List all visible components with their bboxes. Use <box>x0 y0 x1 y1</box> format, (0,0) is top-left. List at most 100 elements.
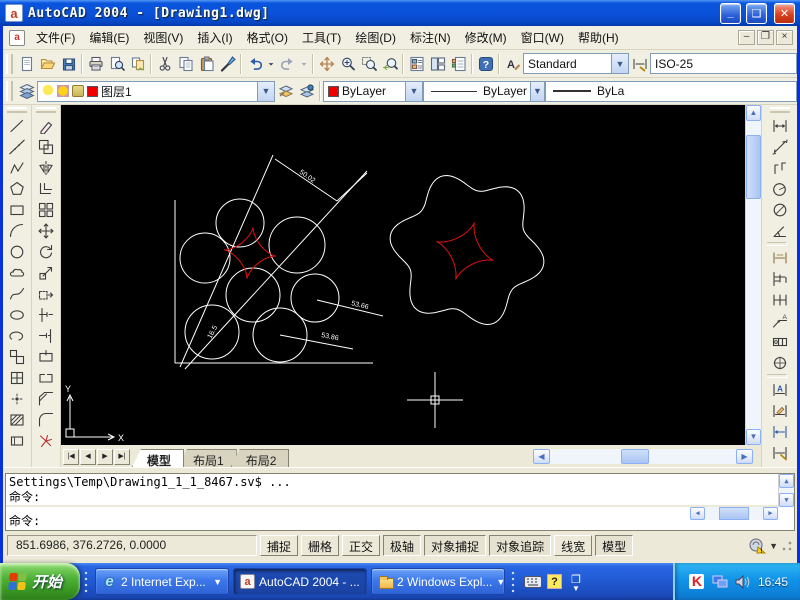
arc-button[interactable] <box>4 220 30 241</box>
redo-dropdown-button[interactable] <box>298 53 310 75</box>
tab-layout1[interactable]: 布局1 <box>178 449 237 467</box>
scroll-right-icon[interactable]: ▶ <box>736 448 753 464</box>
antivirus-tray-icon[interactable]: K <box>689 574 705 589</box>
menu-3[interactable]: 插入(I) <box>190 26 239 49</box>
toolbar-grip[interactable] <box>6 81 13 101</box>
toggle-1[interactable]: 栅格 <box>301 535 340 556</box>
diameter-button[interactable] <box>767 199 793 220</box>
zoom-previous-button[interactable] <box>379 53 400 75</box>
designcenter-button[interactable] <box>427 53 448 75</box>
save-button[interactable] <box>58 53 79 75</box>
revision-cloud-button[interactable] <box>4 262 30 283</box>
task-button-1[interactable]: a AutoCAD 2004 - ... <box>233 568 368 595</box>
paste-button[interactable] <box>196 53 217 75</box>
toolbar-grip[interactable] <box>769 107 790 113</box>
drawing-canvas[interactable]: 50.02 53.66 53.86 16.5 Y X <box>61 105 745 445</box>
fillet-button[interactable] <box>33 409 59 430</box>
explode-button[interactable] <box>33 430 59 451</box>
language-keyboard-icon[interactable] <box>524 573 543 591</box>
region-button[interactable] <box>4 430 30 451</box>
break-button[interactable] <box>33 367 59 388</box>
toggle-2[interactable]: 正交 <box>342 535 381 556</box>
toolbar-grip[interactable] <box>7 107 27 113</box>
hatch-button[interactable] <box>4 409 30 430</box>
mdi-restore-button[interactable]: ❐ <box>757 30 774 45</box>
canvas-vertical-scrollbar[interactable]: ▲ ▼ <box>745 105 761 445</box>
tolerance-button[interactable] <box>767 331 793 352</box>
lineweight-combo[interactable]: ByLa <box>545 80 797 102</box>
linetype-combo[interactable]: ByLayer ▼ <box>423 80 545 102</box>
dim-update-button[interactable] <box>767 421 793 442</box>
array-button[interactable] <box>33 199 59 220</box>
angular-button[interactable] <box>767 220 793 241</box>
menu-6[interactable]: 绘图(D) <box>348 26 403 49</box>
tab-first-button[interactable]: |◀ <box>63 449 79 465</box>
construction-line-button[interactable] <box>4 136 30 157</box>
language-help-icon[interactable]: ? <box>547 574 563 589</box>
zoom-window-button[interactable] <box>358 53 379 75</box>
communication-center-icon[interactable]: ! <box>748 537 767 555</box>
start-button[interactable]: 开始 <box>0 563 81 600</box>
polyline-button[interactable] <box>4 157 30 178</box>
scale-button[interactable] <box>33 262 59 283</box>
close-button[interactable]: ✕ <box>774 2 795 24</box>
chevron-down-icon[interactable]: ▼ <box>611 54 628 73</box>
dim-style-button[interactable] <box>629 53 650 75</box>
command-history[interactable]: Settings\Temp\Drawing1_1_1_8467.sv$ ... 命… <box>6 474 794 507</box>
undo-button[interactable] <box>244 53 265 75</box>
menu-2[interactable]: 视图(V) <box>136 26 190 49</box>
color-combo[interactable]: ByLayer ▼ <box>323 80 423 102</box>
pan-button[interactable] <box>316 53 337 75</box>
menu-9[interactable]: 窗口(W) <box>514 26 571 49</box>
menu-8[interactable]: 修改(M) <box>458 26 514 49</box>
tab-prev-button[interactable]: ◀ <box>80 449 96 465</box>
layer-manager-button[interactable] <box>16 80 37 102</box>
dim-edit-button[interactable] <box>767 400 793 421</box>
spline-button[interactable] <box>4 283 30 304</box>
linear-button[interactable] <box>767 115 793 136</box>
menu-4[interactable]: 格式(O) <box>240 26 295 49</box>
desktop-toolbar-icon[interactable]: ❐ ▼ <box>567 573 585 593</box>
cut-button[interactable] <box>154 53 175 75</box>
quick-dimension-button[interactable] <box>767 247 793 268</box>
ellipse-button[interactable] <box>4 304 30 325</box>
dim-text-edit-button[interactable]: A <box>767 379 793 400</box>
break-at-point-button[interactable] <box>33 346 59 367</box>
scrollbar-thumb[interactable] <box>746 135 761 199</box>
menu-5[interactable]: 工具(T) <box>295 26 348 49</box>
command-vertical-scrollbar[interactable]: ▲ ▼ <box>778 474 794 507</box>
make-block-button[interactable] <box>4 367 30 388</box>
toggle-7[interactable]: 模型 <box>595 535 634 556</box>
baseline-button[interactable] <box>767 268 793 289</box>
help-button[interactable]: ? <box>475 53 496 75</box>
erase-button[interactable] <box>33 115 59 136</box>
toolbar-grip[interactable] <box>6 53 13 74</box>
toggle-5[interactable]: 对象追踪 <box>489 535 552 556</box>
maximize-button[interactable]: ❑ <box>746 2 767 24</box>
rotate-button[interactable] <box>33 241 59 262</box>
new-button[interactable] <box>16 53 37 75</box>
dim-style-combo[interactable]: ISO-25 <box>650 53 797 74</box>
taskbar-separator[interactable] <box>510 568 518 595</box>
layer-states-button[interactable] <box>296 80 317 102</box>
network-tray-icon[interactable] <box>712 574 728 590</box>
toggle-0[interactable]: 捕捉 <box>260 535 299 556</box>
offset-button[interactable] <box>33 178 59 199</box>
center-mark-button[interactable] <box>767 352 793 373</box>
tab-model[interactable]: 模型 <box>132 449 185 467</box>
move-button[interactable] <box>33 220 59 241</box>
menu-10[interactable]: 帮助(H) <box>571 26 626 49</box>
mirror-button[interactable] <box>33 157 59 178</box>
trim-button[interactable] <box>33 304 59 325</box>
layer-combo[interactable]: 图层1 ▼ <box>37 80 275 102</box>
canvas-horizontal-scrollbar[interactable]: ◀ ▶ <box>533 448 753 464</box>
polygon-button[interactable] <box>4 178 30 199</box>
task-button-0[interactable]: e 2 Internet Exp... ▼ <box>95 568 230 595</box>
menu-0[interactable]: 文件(F) <box>29 26 82 49</box>
scroll-down-icon[interactable]: ▼ <box>746 429 761 445</box>
open-button[interactable] <box>37 53 58 75</box>
mdi-minimize-button[interactable]: – <box>738 30 755 45</box>
print-button[interactable] <box>85 53 106 75</box>
dim-style-button[interactable] <box>767 442 793 463</box>
tab-layout2[interactable]: 布局2 <box>230 449 290 467</box>
